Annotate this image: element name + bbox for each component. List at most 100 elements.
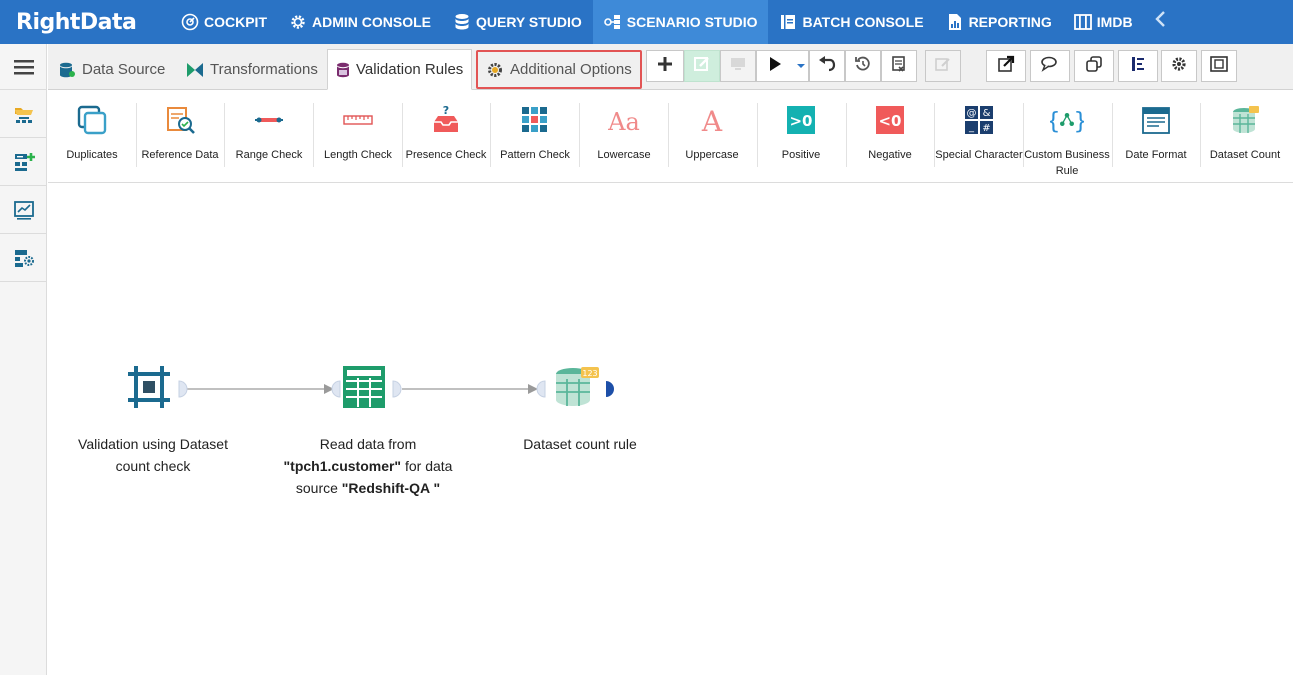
run-options-dropdown[interactable] [793,50,809,82]
export-doc-icon [890,55,908,78]
tab-label: Additional Options [510,61,632,78]
input-port[interactable] [536,380,546,398]
nav-scenario-studio[interactable]: SCENARIO STUDIO [592,0,769,44]
positive-icon: >0 [784,103,818,137]
tab-validation-rules[interactable]: Validation Rules [327,49,473,90]
run-button[interactable] [756,50,794,82]
rule-label: Length Check [324,149,392,161]
rule-dataset-count[interactable]: Dataset Count [1201,99,1289,179]
edit-button[interactable] [684,50,720,82]
tab-additional-options[interactable]: Additional Options [476,50,642,89]
count-badge-text: 123 [582,369,597,378]
copy-button[interactable] [1074,50,1114,82]
nav-imdb[interactable]: IMDB [1063,0,1144,44]
nav-query-studio[interactable]: QUERY STUDIO [442,0,593,44]
negative-icon: <0 [873,103,907,137]
special-glyph: _ [968,122,975,133]
fit-screen-icon [1209,55,1229,78]
label-table-name: "tpch1.customer" [283,458,402,474]
monitor-button[interactable] [720,50,756,82]
nav-label: SCENARIO STUDIO [626,14,758,30]
add-button[interactable] [646,50,684,82]
collapse-nav-chevron-icon[interactable] [1144,10,1176,34]
dataset-count-icon [1228,103,1262,137]
edit-icon [693,56,711,77]
tab-bar: Data Source Transformations Validation R… [48,44,1293,90]
nav-admin-console[interactable]: ADMIN CONSOLE [278,0,442,44]
validation-node-label: Validation using Dataset count check [58,433,248,477]
output-port[interactable] [606,381,614,397]
database-icon [58,61,76,79]
rule-custom-business-rule[interactable]: { } Custom Business Rule [1023,99,1111,179]
tab-label: Validation Rules [356,61,464,78]
rule-duplicates[interactable]: Duplicates [48,99,136,179]
label-line: count check [115,458,191,474]
undo-button[interactable] [809,50,845,82]
rule-presence-check[interactable]: ? Presence Check [402,99,490,179]
scenario-settings-icon[interactable] [0,234,47,282]
settings-button[interactable] [1161,50,1197,82]
input-port[interactable] [331,380,341,398]
scenario-icon [603,13,622,31]
duplicates-icon [75,103,109,137]
notes-button[interactable] [925,50,961,82]
nav-label: ADMIN CONSOLE [312,14,431,30]
external-link-icon [997,55,1015,78]
cockpit-icon [181,13,199,31]
add-scenario-icon[interactable] [0,138,47,186]
rule-range-check[interactable]: Range Check [225,99,313,179]
chart-monitor-icon[interactable] [0,186,47,234]
rule-uppercase[interactable]: A Uppercase [668,99,756,179]
rule-date-format[interactable]: Date Format [1112,99,1200,179]
history-button[interactable] [845,50,881,82]
dataset-count-node[interactable]: 123 [553,366,601,408]
special-glyph: @ [967,108,977,119]
rule-label: Positive [781,149,821,161]
output-port[interactable] [178,380,188,398]
nav-reporting[interactable]: REPORTING [935,0,1063,44]
logo-text: RightData [16,9,137,35]
nav-label: QUERY STUDIO [476,14,582,30]
negative-glyph: <0 [878,112,901,130]
nav-label: COCKPIT [204,14,267,30]
rule-lowercase[interactable]: Aa Lowercase [580,99,668,179]
rule-label: Lowercase [597,149,651,161]
rule-label: Uppercase [685,149,739,161]
transform-icon [186,62,204,78]
open-external-button[interactable] [986,50,1026,82]
tab-transformations[interactable]: Transformations [178,49,326,90]
read-data-node[interactable] [342,365,386,409]
rule-pattern-check[interactable]: Pattern Check [491,99,579,179]
comments-button[interactable] [1030,50,1070,82]
rule-negative[interactable]: <0 Negative [846,99,934,179]
tab-data-source[interactable]: Data Source [50,49,173,90]
rule-label: Date Format [1125,149,1187,161]
rule-reference-data[interactable]: Reference Data [136,99,224,179]
rule-positive[interactable]: >0 Positive [757,99,845,179]
note-edit-icon [934,56,952,77]
uppercase-icon: A [695,103,729,137]
lineage-button[interactable] [1118,50,1158,82]
rule-special-character[interactable]: @ & _ # Special Character [935,99,1023,179]
rightdata-logo[interactable]: RightData [0,0,170,44]
tab-label: Transformations [210,61,318,78]
nav-batch-console[interactable]: BATCH CONSOLE [768,0,934,44]
open-folder-icon[interactable] [0,90,47,138]
export-button[interactable] [881,50,917,82]
presence-glyph: ? [443,104,449,117]
label-source-name: "Redshift-QA " [341,480,441,496]
nav-cockpit[interactable]: COCKPIT [170,0,278,44]
chat-icon [1040,55,1060,78]
connector-layer [178,380,614,398]
scenario-canvas[interactable]: Validation using Dataset count check Rea… [48,184,1293,675]
history-icon [854,55,872,78]
validation-rules-ribbon: Duplicates Reference Data Range Check Le… [48,91,1293,183]
output-port[interactable] [392,380,402,398]
fit-to-screen-button[interactable] [1201,50,1237,82]
validation-node[interactable] [126,364,172,410]
rule-label: Duplicates [66,149,118,161]
lowercase-icon: Aa [607,103,641,137]
rule-length-check[interactable]: Length Check [314,99,402,179]
tab-label: Data Source [82,61,166,78]
hamburger-menu-icon[interactable] [0,44,47,90]
